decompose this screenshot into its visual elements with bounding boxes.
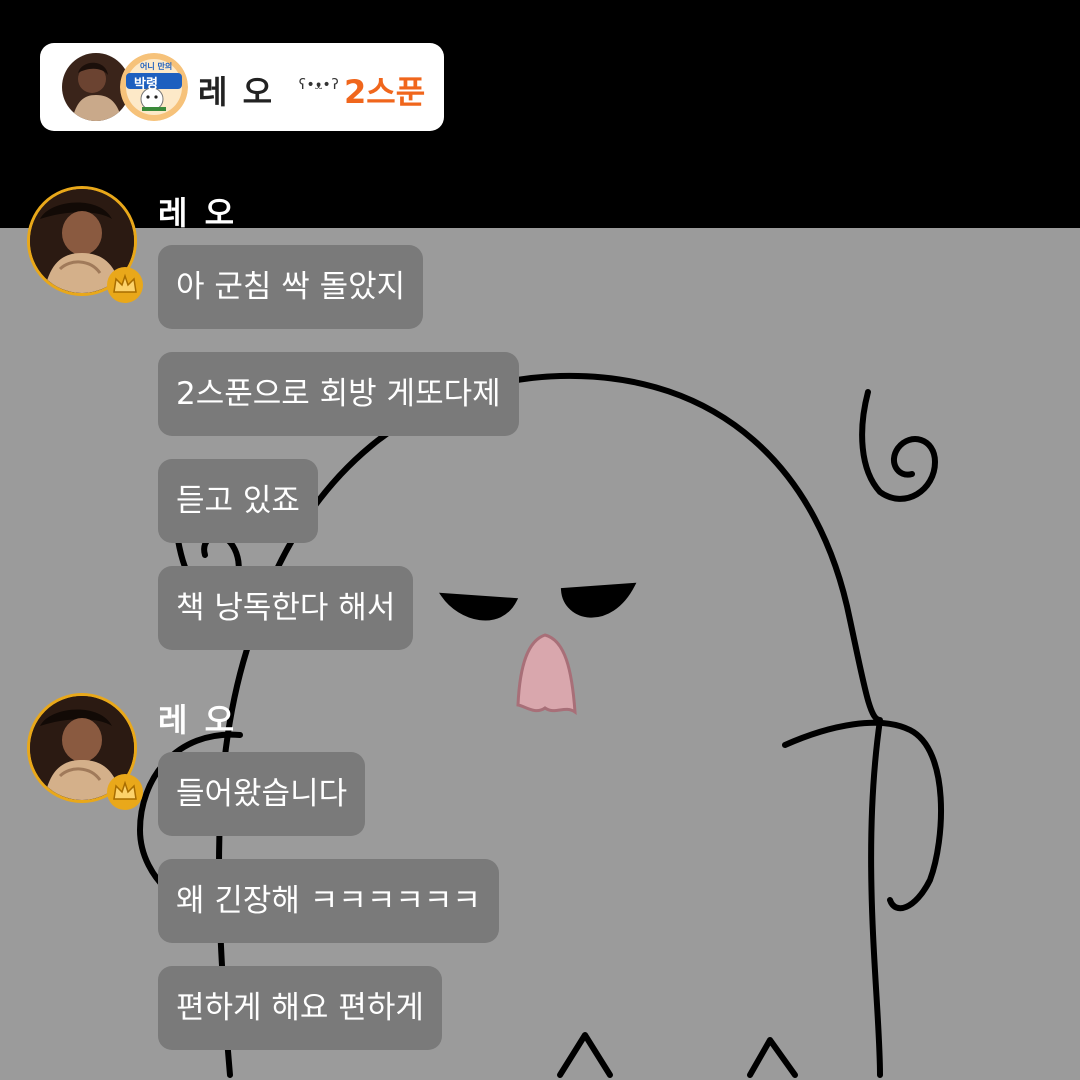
header-pill[interactable]: 어니 만의 박령 레 오 ʕ•ᴥ•ʔ 2스푼 [40, 43, 444, 131]
message-bubble[interactable]: 아 군침 싹 돌았지 [158, 245, 424, 329]
message-bubble[interactable]: 들어왔습니다 [158, 752, 366, 836]
message-bubble[interactable]: 듣고 있죠 [158, 459, 318, 543]
crown-icon [107, 774, 143, 810]
header-name: 레 오 [198, 73, 275, 111]
message-bubble[interactable]: 편하게 해요 편하게 [158, 966, 442, 1050]
sender-name: 레 오 [158, 194, 238, 232]
emoticon-icon: ʕ•ᴥ•ʔ [298, 77, 340, 93]
badge-avatar: 어니 만의 박령 [120, 53, 188, 121]
badge-caption-top: 어니 만의 [140, 62, 173, 71]
message-bubble[interactable]: 2스푼으로 회방 게또다제 [158, 352, 519, 436]
message-bubble[interactable]: 왜 긴장해 ㅋㅋㅋㅋㅋㅋ [158, 859, 499, 943]
sender-name: 레 오 [158, 701, 238, 739]
message-bubble[interactable]: 책 낭독한다 해서 [158, 566, 414, 650]
crown-icon [107, 267, 143, 303]
badge-caption-main: 박령 [134, 77, 158, 92]
status-label: 2스푼 [344, 73, 426, 111]
